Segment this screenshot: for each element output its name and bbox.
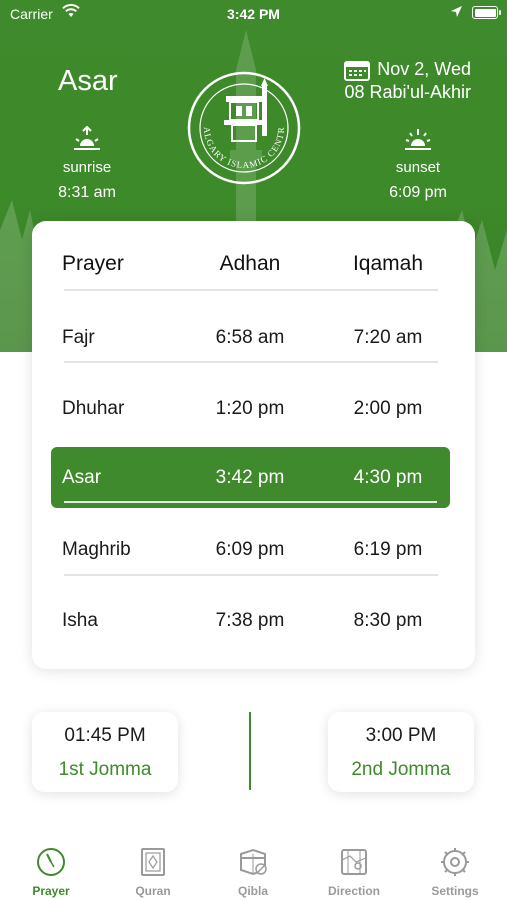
adhan-time: 7:38 pm bbox=[215, 610, 285, 631]
clock-icon bbox=[37, 848, 65, 876]
adhan-time: 1:20 pm bbox=[215, 398, 285, 419]
prayer-name: Fajr bbox=[62, 327, 95, 348]
gear-icon bbox=[441, 848, 469, 876]
adhan-column-header: Adhan bbox=[219, 252, 281, 275]
location-arrow-icon bbox=[451, 6, 462, 17]
tab-qibla[interactable]: Qibla bbox=[213, 846, 293, 898]
sunset-label: sunset bbox=[395, 159, 441, 176]
sunrise-time: 8:31 am bbox=[58, 184, 116, 201]
kaaba-icon bbox=[240, 848, 267, 876]
tab-label: Settings bbox=[431, 884, 479, 898]
sunrise-label: sunrise bbox=[62, 159, 112, 176]
divider bbox=[64, 289, 438, 291]
calgary-islamic-centre-logo: CALGARY ISLAMIC CENTRE bbox=[186, 70, 301, 185]
adhan-time: 3:42 pm bbox=[215, 466, 285, 488]
map-icon bbox=[341, 849, 367, 875]
jomma-time: 01:45 PM bbox=[64, 725, 146, 746]
active-row-underline bbox=[64, 501, 437, 503]
hijri-date: 08 Rabi'ul-Akhir bbox=[344, 82, 472, 102]
jomma-time: 3:00 PM bbox=[365, 725, 437, 746]
first-jomma-card[interactable]: 01:45 PM 1st Jomma bbox=[32, 712, 178, 792]
table-row-maghrib[interactable]: Maghrib 6:09 pm 6:19 pm bbox=[32, 522, 475, 578]
divider bbox=[64, 361, 438, 363]
table-row-dhuhar[interactable]: Dhuhar 1:20 pm 2:00 pm bbox=[32, 381, 475, 437]
tab-direction[interactable]: Direction bbox=[314, 846, 394, 898]
tab-label: Qibla bbox=[237, 884, 268, 898]
gregorian-date: Nov 2, Wed bbox=[377, 59, 471, 79]
prayer-column-header: Prayer bbox=[62, 252, 124, 275]
prayer-times-card: Prayer Adhan Iqamah Fajr 6:58 am 7:20 am… bbox=[32, 221, 475, 669]
iqamah-time: 4:30 pm bbox=[353, 466, 423, 488]
divider bbox=[64, 574, 438, 576]
sunrise-icon bbox=[74, 125, 100, 150]
sunset-time: 6:09 pm bbox=[389, 184, 447, 201]
tab-label: Prayer bbox=[32, 884, 70, 898]
jomma-name: 2nd Jomma bbox=[351, 759, 451, 780]
prayer-name: Maghrib bbox=[62, 539, 131, 560]
sunset-icon bbox=[405, 129, 431, 150]
iqamah-time: 7:20 am bbox=[353, 327, 423, 348]
iqamah-time: 2:00 pm bbox=[353, 398, 423, 419]
sunrise-block: sunrise 8:31 am bbox=[47, 125, 127, 202]
current-prayer-title: Asar bbox=[58, 65, 118, 97]
iqamah-time: 6:19 pm bbox=[353, 539, 423, 560]
sunset-block: sunset 6:09 pm bbox=[378, 126, 458, 202]
calendar-icon bbox=[344, 60, 371, 81]
tab-label: Quran bbox=[135, 884, 171, 898]
status-bar: Carrier 3:42 PM bbox=[0, 0, 507, 28]
status-time: 3:42 PM bbox=[227, 6, 280, 22]
jomma-name: 1st Jomma bbox=[58, 759, 152, 780]
bottom-tab-bar: Prayer Quran Qibla Direction Settings bbox=[0, 836, 507, 900]
prayer-name: Asar bbox=[62, 466, 102, 488]
prayer-name: Dhuhar bbox=[62, 398, 125, 419]
adhan-time: 6:58 am bbox=[215, 327, 285, 348]
second-jomma-card[interactable]: 3:00 PM 2nd Jomma bbox=[328, 712, 474, 792]
table-row-asar-active[interactable]: Asar 3:42 pm 4:30 pm bbox=[51, 447, 450, 508]
tab-settings[interactable]: Settings bbox=[415, 846, 495, 898]
quran-book-icon bbox=[141, 848, 165, 876]
table-header-row: Prayer Adhan Iqamah bbox=[32, 236, 475, 292]
prayer-name: Isha bbox=[62, 610, 98, 631]
date-block: Nov 2, Wed 08 Rabi'ul-Akhir bbox=[344, 58, 471, 104]
table-row-fajr[interactable]: Fajr 6:58 am 7:20 am bbox=[32, 310, 475, 366]
iqamah-column-header: Iqamah bbox=[352, 252, 424, 275]
tab-label: Direction bbox=[327, 884, 380, 898]
iqamah-time: 8:30 pm bbox=[353, 610, 423, 631]
table-row-isha[interactable]: Isha 7:38 pm 8:30 pm bbox=[32, 593, 475, 649]
jomma-divider bbox=[249, 712, 251, 790]
tab-prayer[interactable]: Prayer bbox=[11, 846, 91, 898]
adhan-time: 6:09 pm bbox=[215, 539, 285, 560]
battery-icon bbox=[472, 6, 501, 19]
tab-quran[interactable]: Quran bbox=[113, 846, 193, 898]
